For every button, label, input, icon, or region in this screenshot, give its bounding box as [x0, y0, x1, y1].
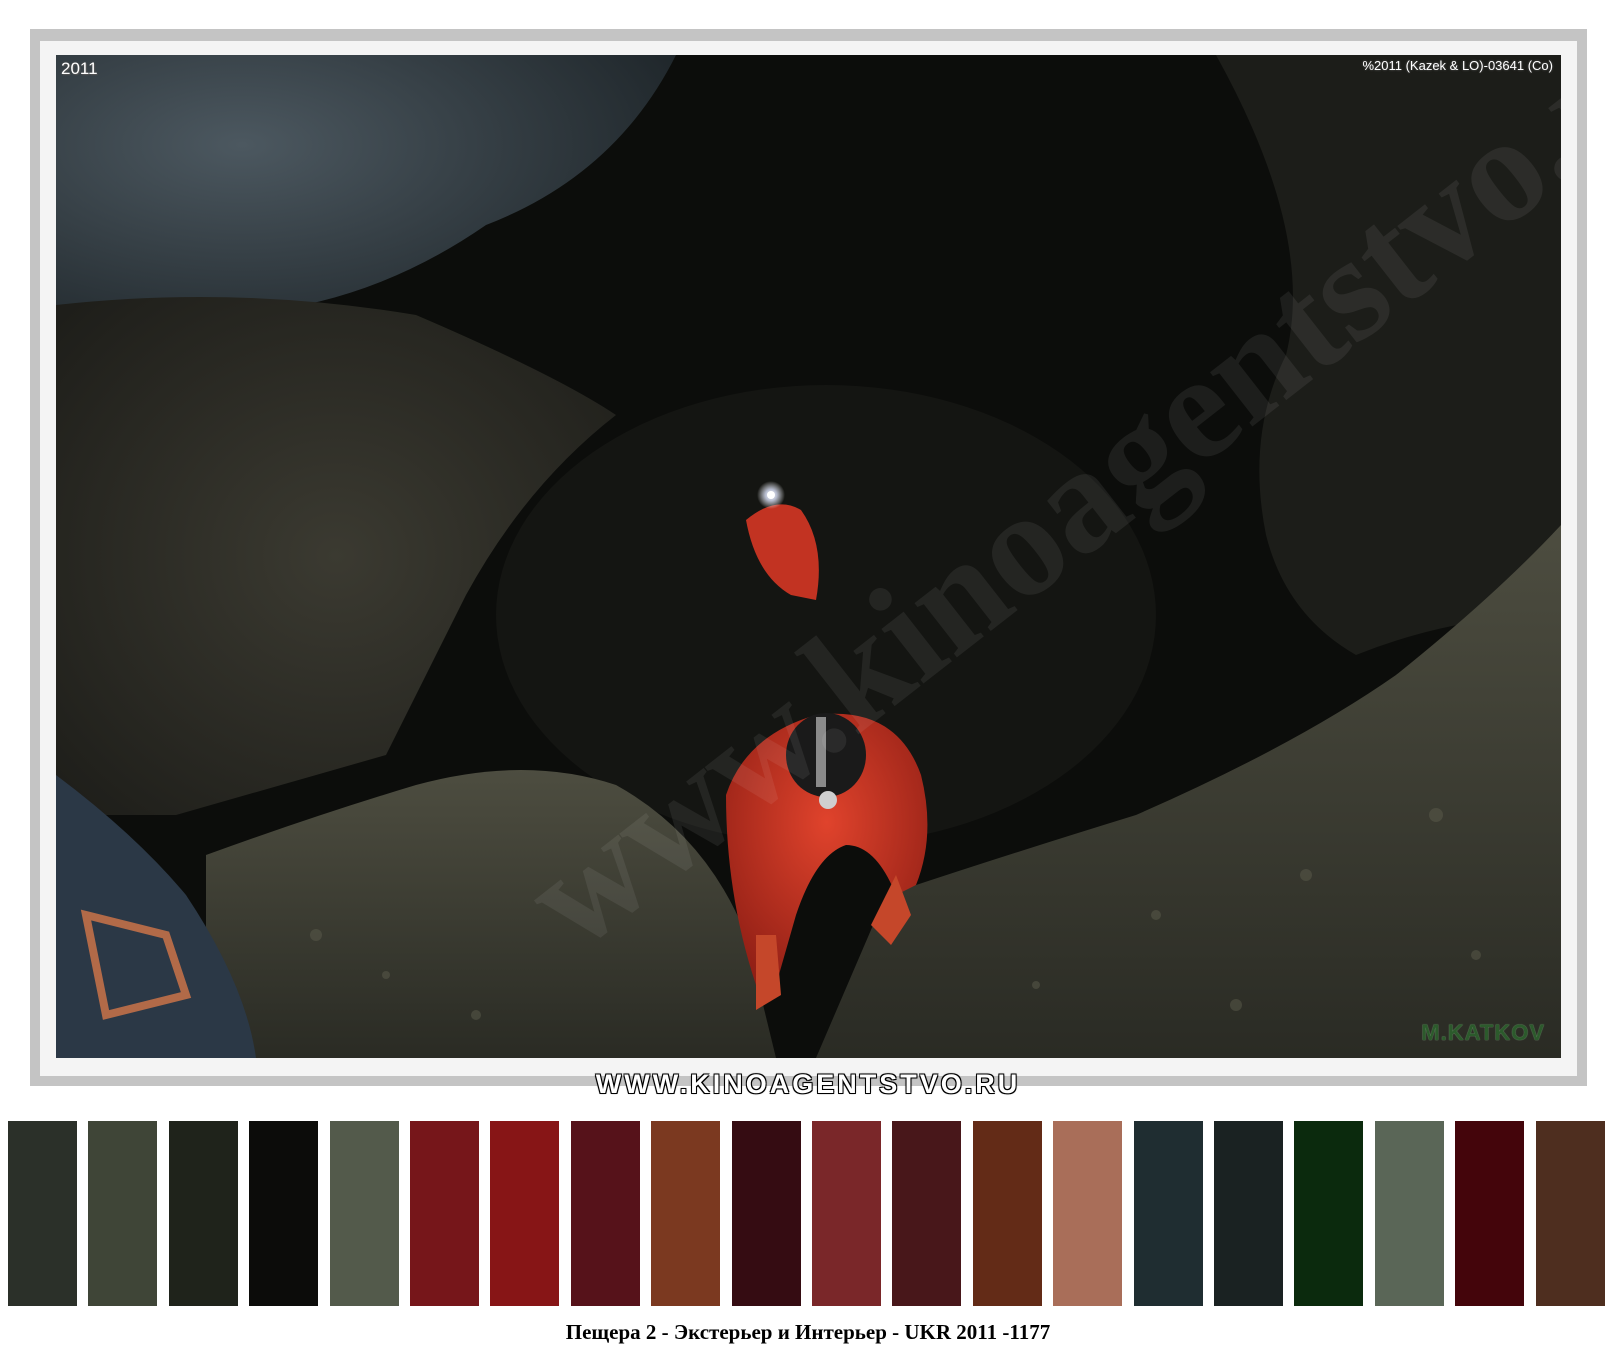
palette-swatch [8, 1121, 77, 1306]
palette-swatch [973, 1121, 1042, 1306]
cave-photo: www.kinoagentstvo.ru 2011 %2011 (Kazek &… [56, 55, 1561, 1058]
photographer-stamp: M.KATKOV [1421, 1020, 1545, 1045]
palette-swatch [410, 1121, 479, 1306]
palette-swatch [169, 1121, 238, 1306]
palette-swatch [1536, 1121, 1605, 1306]
palette-swatch [1455, 1121, 1524, 1306]
palette-swatch [571, 1121, 640, 1306]
palette-swatch [1375, 1121, 1444, 1306]
palette-swatch [490, 1121, 559, 1306]
palette-swatch [732, 1121, 801, 1306]
palette-swatch [812, 1121, 881, 1306]
site-banner: WWW.KINOAGENTSTVO.RU [595, 1069, 1021, 1099]
palette-swatch [88, 1121, 157, 1306]
copyright-stamp: %2011 (Kazek & LO)-03641 (Co) [1362, 58, 1553, 73]
palette-swatch [249, 1121, 318, 1306]
image-caption: Пещера 2 - Экстерьер и Интерьер - UKR 20… [565, 1320, 1051, 1344]
photo-holder: www.kinoagentstvo.ru 2011 %2011 (Kazek &… [30, 29, 1587, 1086]
palette-swatch [651, 1121, 720, 1306]
palette-swatch [892, 1121, 961, 1306]
palette-swatch [330, 1121, 399, 1306]
year-stamp: 2011 [61, 59, 98, 78]
cave-scene: www.kinoagentstvo.ru [56, 55, 1561, 1058]
palette-swatch [1134, 1121, 1203, 1306]
palette-swatch [1294, 1121, 1363, 1306]
color-palette [8, 1121, 1616, 1306]
palette-swatch [1053, 1121, 1122, 1306]
palette-swatch [1214, 1121, 1283, 1306]
